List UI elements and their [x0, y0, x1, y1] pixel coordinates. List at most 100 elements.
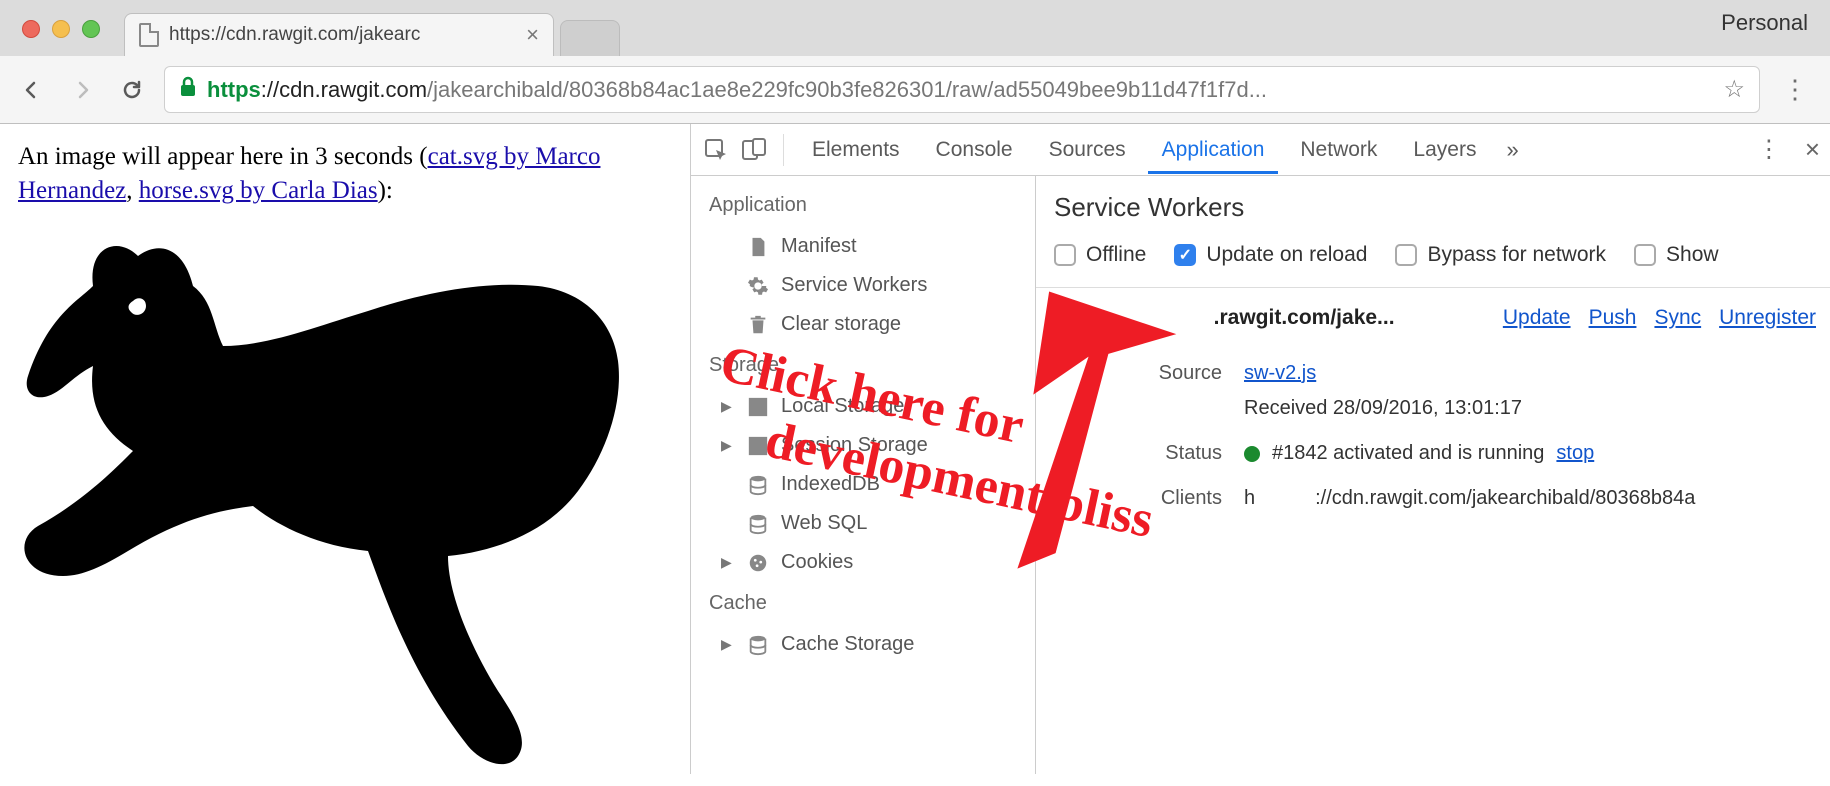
sidebar-item-session-storage[interactable]: ▶ Session Storage: [691, 426, 1035, 465]
stop-link[interactable]: stop: [1556, 442, 1594, 465]
database-icon: [747, 474, 769, 496]
tab-sources[interactable]: Sources: [1035, 126, 1140, 174]
url-host: ://cdn.rawgit.com: [261, 77, 427, 102]
grid-icon: [747, 435, 769, 457]
tab-application[interactable]: Application: [1148, 126, 1279, 174]
tab-elements[interactable]: Elements: [798, 126, 914, 174]
horse-image: [18, 216, 658, 776]
grid-icon: [747, 396, 769, 418]
bookmark-star-icon[interactable]: ☆: [1723, 75, 1745, 104]
sidebar-label: Session Storage: [781, 434, 928, 457]
sidebar-label: Cache Storage: [781, 633, 914, 656]
page-intro: An image will appear here in 3 seconds (…: [18, 140, 672, 208]
devtools-body: Application Manifest Service Workers Cle…: [691, 176, 1830, 774]
tab-close-button[interactable]: ×: [526, 22, 539, 48]
sidebar-item-clear-storage[interactable]: Clear storage: [691, 305, 1035, 344]
toolbar: https://cdn.rawgit.com/jakearchibald/803…: [0, 56, 1830, 123]
sw-details: Source sw-v2.js Received 28/09/2016, 13:…: [1054, 356, 1830, 516]
sidebar-label: Manifest: [781, 235, 857, 258]
tab-layers[interactable]: Layers: [1399, 126, 1490, 174]
device-toggle-icon[interactable]: [739, 135, 769, 165]
sidebar-label: Service Workers: [781, 274, 927, 297]
show-all-toggle[interactable]: Show: [1634, 243, 1719, 267]
browser-chrome: https://cdn.rawgit.com/jakearc × Persona…: [0, 0, 1830, 124]
devtools-menu-button[interactable]: ⋮: [1749, 135, 1789, 164]
label: Offline: [1086, 243, 1146, 267]
trash-icon: [747, 314, 769, 336]
sidebar-item-service-workers[interactable]: Service Workers: [691, 266, 1035, 305]
sidebar-label: Clear storage: [781, 313, 901, 336]
tab-network[interactable]: Network: [1286, 126, 1391, 174]
sidebar-item-cache-storage[interactable]: ▶ Cache Storage: [691, 625, 1035, 664]
devtools-close-button[interactable]: ×: [1805, 134, 1820, 165]
window-controls: [22, 20, 100, 38]
source-label: Source: [1054, 362, 1244, 385]
back-button[interactable]: [14, 72, 50, 108]
lock-icon: [179, 76, 197, 104]
sidebar-label: Local Storage: [781, 395, 904, 418]
separator: [783, 134, 784, 166]
bypass-network-toggle[interactable]: Bypass for network: [1395, 243, 1606, 267]
cookie-icon: [747, 552, 769, 574]
window-close-button[interactable]: [22, 20, 40, 38]
label: Bypass for network: [1427, 243, 1606, 267]
group-storage: Storage: [691, 344, 1035, 387]
separator: [1036, 287, 1830, 288]
sync-link[interactable]: Sync: [1654, 306, 1701, 330]
intro-suffix: ):: [378, 177, 393, 204]
sidebar-item-cookies[interactable]: ▶ Cookies: [691, 543, 1035, 582]
sw-origin-row: http.rawgit.com/jake... Update Push Sync…: [1054, 306, 1830, 330]
status-label: Status: [1054, 442, 1244, 465]
new-tab-button[interactable]: [560, 20, 620, 56]
tab-console[interactable]: Console: [922, 126, 1027, 174]
reload-button[interactable]: [114, 72, 150, 108]
link-horse-svg[interactable]: horse.svg by Carla Dias: [139, 177, 378, 204]
update-link[interactable]: Update: [1503, 306, 1571, 330]
clients-text: h://cdn.rawgit.com/jakearchibald/80368b8…: [1244, 487, 1695, 510]
label: Show: [1666, 243, 1719, 267]
intro-text: An image will appear here in 3 seconds (: [18, 143, 428, 170]
sidebar-item-local-storage[interactable]: ▶ Local Storage: [691, 387, 1035, 426]
devtools-sidebar: Application Manifest Service Workers Cle…: [691, 176, 1036, 774]
window-maximize-button[interactable]: [82, 20, 100, 38]
sw-actions: Update Push Sync Unregister: [1503, 306, 1830, 330]
sw-origin: http.rawgit.com/jake...: [1054, 306, 1395, 330]
label: Update on reload: [1206, 243, 1367, 267]
sidebar-label: Cookies: [781, 551, 853, 574]
sidebar-item-websql[interactable]: Web SQL: [691, 504, 1035, 543]
window-minimize-button[interactable]: [52, 20, 70, 38]
browser-menu-button[interactable]: ⋮: [1774, 74, 1816, 105]
offline-toggle[interactable]: Offline: [1054, 243, 1146, 267]
file-icon: [747, 236, 769, 258]
sidebar-label: IndexedDB: [781, 473, 880, 496]
url-path: /jakearchibald/80368b84ac1ae8e229fc90b3f…: [427, 77, 1267, 102]
group-cache: Cache: [691, 582, 1035, 625]
devtools-panel: Elements Console Sources Application Net…: [690, 124, 1830, 774]
devtools-tabbar: Elements Console Sources Application Net…: [691, 124, 1830, 176]
workspace: An image will appear here in 3 seconds (…: [0, 124, 1830, 774]
status-text: #1842 activated and is running: [1272, 442, 1544, 465]
status-dot-icon: [1244, 446, 1260, 462]
file-icon: [139, 23, 159, 47]
sidebar-item-indexeddb[interactable]: IndexedDB: [691, 465, 1035, 504]
sidebar-item-manifest[interactable]: Manifest: [691, 227, 1035, 266]
address-bar[interactable]: https://cdn.rawgit.com/jakearchibald/803…: [164, 66, 1760, 113]
service-workers-panel: Service Workers Offline ✓Update on reloa…: [1036, 176, 1830, 774]
database-icon: [747, 634, 769, 656]
update-on-reload-toggle[interactable]: ✓Update on reload: [1174, 243, 1367, 267]
source-file-link[interactable]: sw-v2.js: [1244, 362, 1316, 385]
unregister-link[interactable]: Unregister: [1719, 306, 1816, 330]
clients-label: Clients: [1054, 487, 1244, 510]
push-link[interactable]: Push: [1589, 306, 1637, 330]
tabs-overflow-button[interactable]: »: [1498, 137, 1526, 163]
panel-title: Service Workers: [1054, 192, 1830, 223]
database-icon: [747, 513, 769, 535]
tab-title: https://cdn.rawgit.com/jakearc: [169, 24, 420, 46]
inspect-icon[interactable]: [701, 135, 731, 165]
intro-sep: ,: [126, 177, 139, 204]
browser-tab[interactable]: https://cdn.rawgit.com/jakearc ×: [124, 13, 554, 56]
forward-button[interactable]: [64, 72, 100, 108]
received-text: Received 28/09/2016, 13:01:17: [1244, 397, 1522, 420]
sw-options: Offline ✓Update on reload Bypass for net…: [1054, 243, 1830, 267]
profile-label[interactable]: Personal: [1721, 10, 1808, 36]
